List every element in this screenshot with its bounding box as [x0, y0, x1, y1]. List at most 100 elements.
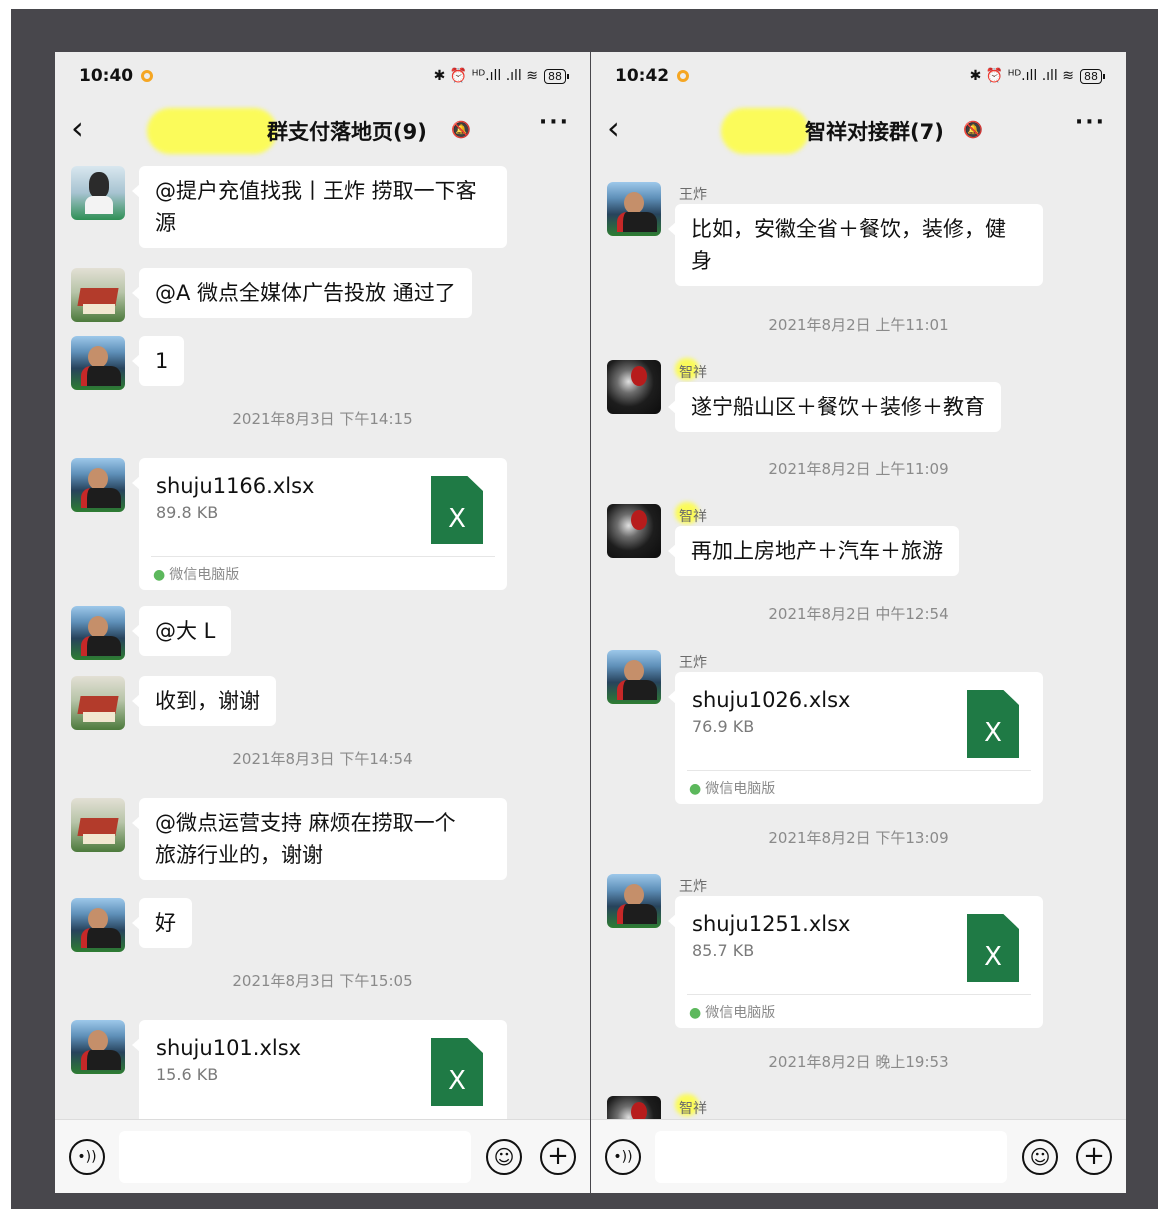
file-source-label: 微信电脑版 [169, 567, 240, 583]
mute-bell-icon: 🔕 [451, 120, 471, 139]
message-text: 1 [155, 349, 169, 373]
avatar[interactable] [71, 268, 125, 322]
file-size: 85.7 KB [692, 941, 755, 960]
message-bubble[interactable]: 1 [131, 336, 185, 386]
wechat-icon: ● [153, 567, 166, 583]
message-text-line: 源 [155, 211, 176, 235]
wechat-icon: ● [689, 781, 702, 797]
file-source: ● 微信电脑版 [689, 1002, 775, 1022]
avatar[interactable] [607, 182, 661, 236]
avatar[interactable] [71, 798, 125, 852]
avatar[interactable] [71, 336, 125, 390]
battery-icon: 88 [544, 68, 569, 84]
message-text-line: 身 [691, 249, 712, 273]
message-text: 收到，谢谢 [155, 689, 260, 713]
notification-dot-icon [677, 70, 690, 82]
message-input[interactable] [119, 1131, 471, 1183]
voice-icon[interactable]: •)) [605, 1139, 641, 1175]
timestamp: 2021年8月2日 上午11:01 [768, 316, 949, 334]
avatar[interactable] [71, 676, 125, 730]
file-size: 76.9 KB [692, 717, 755, 736]
status-time: 10:40 [79, 66, 134, 86]
mute-bell-icon: 🔕 [963, 120, 983, 139]
chat-title: 群支付落地页(9) [267, 120, 427, 144]
message-bubble[interactable]: 好 [132, 898, 192, 948]
sender-name: 智祥 [679, 1101, 707, 1117]
message-text-line: @提户充值找我丨王炸 捞取一下客 [155, 179, 477, 203]
message-text-line: @微点运营支持 麻烦在捞取一个 [155, 811, 456, 835]
status-icons: ✱ ⏰ ᴴᴰ.ıll .ıll ≋ 88 [433, 68, 569, 84]
timestamp: 2021年8月2日 晚上19:53 [768, 1053, 949, 1071]
status-signal-icons: ✱ ⏰ ᴴᴰ.ıll .ıll ≋ [433, 68, 538, 84]
divider [687, 994, 1031, 995]
file-card[interactable]: shuju1026.xlsx 76.9 KB X ● 微信电脑版 [668, 672, 1043, 804]
timestamp: 2021年8月3日 下午14:54 [232, 750, 413, 768]
notification-dot-icon [141, 70, 154, 82]
redaction-highlight [147, 108, 277, 154]
file-size: 89.8 KB [156, 503, 219, 522]
message-bubble[interactable]: 再加上房地产＋汽车＋旅游 [668, 526, 959, 576]
file-name: shuju1166.xlsx [156, 474, 315, 498]
voice-icon[interactable]: •)) [69, 1139, 105, 1175]
emoji-icon[interactable]: ☺ [1022, 1139, 1058, 1175]
input-bar: •)) ☺ + [55, 1119, 590, 1193]
file-card[interactable]: shuju1166.xlsx 89.8 KB X ● 微信电脑版 [132, 458, 507, 590]
excel-file-icon: X [967, 690, 1019, 758]
file-source-label: 微信电脑版 [705, 1005, 776, 1021]
avatar[interactable] [71, 458, 125, 512]
file-source-label: 微信电脑版 [705, 781, 776, 797]
message-bubble[interactable]: 比如，安徽全省＋餐饮，装修，健身 [668, 204, 1043, 286]
wechat-icon: ● [689, 1005, 702, 1021]
more-icon[interactable]: ··· [539, 110, 570, 135]
back-icon[interactable]: ‹ [607, 112, 620, 144]
chat-list[interactable]: 王炸 比如，安徽全省＋餐饮，装修，健身 2021年8月2日 上午11:01 智祥 遂宁船… [591, 160, 1126, 1119]
status-bar: 10:42 ✱ ⏰ ᴴᴰ.ıll .ıll ≋ 88 [591, 52, 1126, 100]
avatar[interactable] [71, 606, 125, 660]
file-name: shuju1026.xlsx [692, 688, 851, 712]
message-text-line: 旅游行业的，谢谢 [155, 843, 323, 867]
message-bubble[interactable]: @微点运营支持 麻烦在捞取一个 旅游行业的，谢谢 [132, 798, 507, 880]
avatar[interactable] [607, 1096, 661, 1119]
avatar[interactable] [71, 1020, 125, 1074]
divider [151, 556, 495, 557]
sender-name: 智祥 [679, 365, 707, 381]
back-icon[interactable]: ‹ [71, 112, 84, 144]
timestamp: 2021年8月3日 下午14:15 [232, 410, 413, 428]
file-card[interactable]: shuju1251.xlsx 85.7 KB X ● 微信电脑版 [668, 896, 1043, 1028]
message-text: 遂宁船山区＋餐饮＋装修＋教育 [691, 395, 985, 419]
status-time: 10:42 [615, 66, 670, 86]
avatar[interactable] [607, 504, 661, 558]
title-bar: ‹ 群支付落地页(9) 🔕 ··· [55, 102, 590, 158]
file-card[interactable]: shuju101.xlsx 15.6 KB X [132, 1020, 507, 1119]
message-bubble[interactable]: @大 L [131, 606, 232, 656]
more-icon[interactable]: ··· [1075, 110, 1106, 135]
message-bubble[interactable]: 收到，谢谢 [132, 676, 276, 726]
sender-name: 王炸 [679, 879, 707, 895]
emoji-icon[interactable]: ☺ [486, 1139, 522, 1175]
message-input[interactable] [655, 1131, 1007, 1183]
avatar[interactable] [71, 166, 125, 220]
message-text: 好 [155, 911, 176, 935]
avatar[interactable] [607, 650, 661, 704]
message-bubble[interactable]: @A 微点全媒体广告投放 通过了 [132, 268, 472, 318]
plus-icon[interactable]: + [1076, 1139, 1112, 1175]
avatar[interactable] [71, 898, 125, 952]
sender-name: 王炸 [679, 655, 707, 671]
avatar[interactable] [607, 360, 661, 414]
excel-file-icon: X [431, 476, 483, 544]
avatar[interactable] [607, 874, 661, 928]
left-phone: 10:40 ✱ ⏰ ᴴᴰ.ıll .ıll ≋ 88 ‹ 群支付落地页(9) 🔕… [55, 52, 590, 1193]
timestamp: 2021年8月2日 下午13:09 [768, 829, 949, 847]
chat-title: 智祥对接群(7) [805, 120, 944, 144]
timestamp: 2021年8月3日 下午15:05 [232, 972, 413, 990]
excel-file-icon: X [967, 914, 1019, 982]
right-phone: 10:42 ✱ ⏰ ᴴᴰ.ıll .ıll ≋ 88 ‹ 智祥对接群(7) 🔕 … [591, 52, 1126, 1193]
plus-icon[interactable]: + [540, 1139, 576, 1175]
message-bubble[interactable]: 遂宁船山区＋餐饮＋装修＋教育 [668, 382, 1001, 432]
title-bar: ‹ 智祥对接群(7) 🔕 ··· [591, 102, 1126, 158]
input-bar: •)) ☺ + [591, 1119, 1126, 1193]
sender-name: 智祥 [679, 509, 707, 525]
chat-list[interactable]: @提户充值找我丨王炸 捞取一下客源 @A 微点全媒体广告投放 通过了 1 2021年8… [55, 160, 590, 1119]
message-bubble[interactable]: @提户充值找我丨王炸 捞取一下客源 [132, 166, 507, 248]
message-text: @A 微点全媒体广告投放 通过了 [155, 281, 456, 305]
